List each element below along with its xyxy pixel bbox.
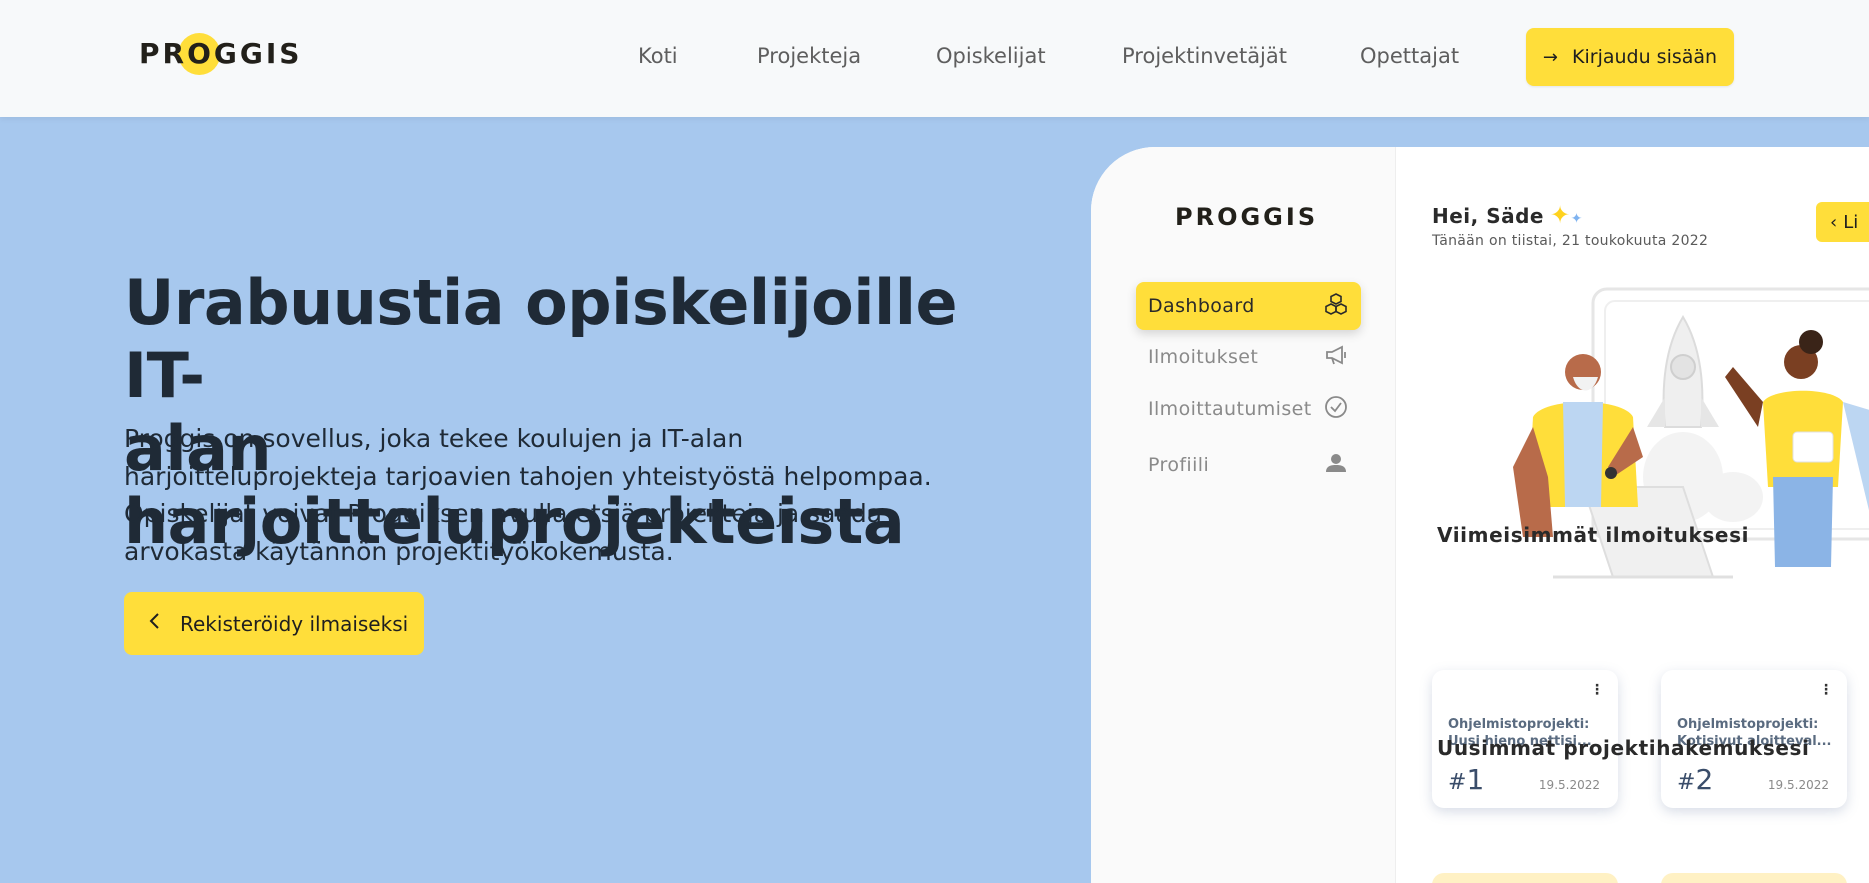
hero-description: Proggis on sovellus, joka tekee koulujen…: [124, 424, 932, 566]
proggis-logo[interactable]: PR O GGIS: [139, 37, 302, 70]
kebab-menu-icon[interactable]: ⋮: [1819, 682, 1833, 698]
login-button-label: Kirjaudu sisään: [1572, 46, 1718, 68]
register-button-label: Rekisteröidy ilmaiseksi: [180, 611, 409, 636]
sidebar-item-label: Profiili: [1148, 454, 1210, 476]
preview-sidebar: PR O GGIS Dashboard Ilmoitukset Ilmoittaut…: [1091, 147, 1396, 883]
preview-logo: PR O GGIS: [1175, 203, 1318, 231]
sidebar-item-ilmoittautumiset[interactable]: Ilmoittautumiset: [1136, 385, 1361, 433]
logo-text-end: GGIS: [213, 37, 303, 70]
application-card[interactable]: [1661, 873, 1847, 883]
register-button[interactable]: Rekisteröidy ilmaiseksi: [124, 592, 424, 655]
preview-logo-text-start: PR: [1175, 203, 1218, 231]
preview-top-button-label: Li: [1843, 211, 1859, 233]
applications-heading: Uusimmat projektihakemuksesi: [1437, 736, 1810, 760]
login-button[interactable]: → Kirjaudu sisään: [1526, 28, 1734, 86]
date-text: Tänään on tiistai, 21 toukokuuta 2022: [1432, 233, 1709, 249]
sidebar-item-dashboard[interactable]: Dashboard: [1136, 282, 1361, 330]
notice-card-date: 19.5.2022: [1767, 778, 1829, 792]
nav-link-koti[interactable]: Koti: [638, 44, 678, 68]
nav-link-opettajat[interactable]: Opettajat: [1360, 44, 1459, 68]
sidebar-item-label: Ilmoittautumiset: [1148, 398, 1312, 420]
chevron-left-icon: [148, 611, 162, 636]
preview-top-button[interactable]: ‹ Li: [1816, 202, 1869, 242]
logo-text-o: O: [187, 37, 214, 70]
preview-logo-text-end: GGIS: [1240, 203, 1319, 231]
latest-notices-heading: Viimeisimmät ilmoituksesi: [1437, 523, 1750, 547]
sidebar-item-ilmoitukset[interactable]: Ilmoitukset: [1136, 333, 1361, 381]
hero-title-line-1: Urabuustia opiskelijoille IT-: [124, 266, 958, 412]
notice-card-number-value: 2: [1695, 763, 1714, 796]
small-sparkle-icon: ✦: [1570, 211, 1583, 227]
logo-text-start: PR: [139, 37, 188, 70]
nav-link-projekteja[interactable]: Projekteja: [757, 44, 861, 68]
notice-card-number: #1: [1448, 763, 1484, 796]
chevron-left-icon: ‹: [1830, 211, 1838, 233]
sidebar-item-profiili[interactable]: Profiili: [1136, 441, 1361, 489]
nav-link-opiskelijat[interactable]: Opiskelijat: [936, 44, 1046, 68]
application-card[interactable]: [1432, 873, 1618, 883]
sidebar-item-label: Ilmoitukset: [1148, 346, 1259, 368]
preview-logo-text-o: O: [1217, 203, 1241, 231]
nav-link-projektinvetajat[interactable]: Projektinvetäjät: [1122, 44, 1287, 68]
greeting-text: Hei, Säde: [1432, 204, 1544, 228]
notice-card-hash: #: [1677, 770, 1696, 795]
notice-card-number: #2: [1677, 763, 1713, 796]
notice-card-number-value: 1: [1466, 763, 1485, 796]
sparkle-icon: ✦: [1550, 201, 1571, 229]
top-navigation-bar: PR O GGIS Koti Projekteja Opiskelijat Proj…: [0, 0, 1869, 117]
notice-card-date: 19.5.2022: [1538, 778, 1600, 792]
kebab-menu-icon[interactable]: ⋮: [1590, 682, 1604, 698]
notice-card-hash: #: [1448, 770, 1467, 795]
cubes-icon: [1323, 291, 1349, 322]
app-dashboard-preview: PR O GGIS Dashboard Ilmoitukset Ilmoittaut…: [1091, 147, 1869, 883]
megaphone-icon: [1323, 342, 1349, 373]
user-icon: [1323, 450, 1349, 481]
sidebar-item-label: Dashboard: [1148, 295, 1255, 317]
arrow-right-icon: →: [1542, 46, 1559, 68]
team-rocket-illustration: [1513, 287, 1869, 579]
check-circle-icon: [1323, 394, 1349, 425]
greeting: Hei, Säde ✦✦: [1432, 201, 1583, 229]
